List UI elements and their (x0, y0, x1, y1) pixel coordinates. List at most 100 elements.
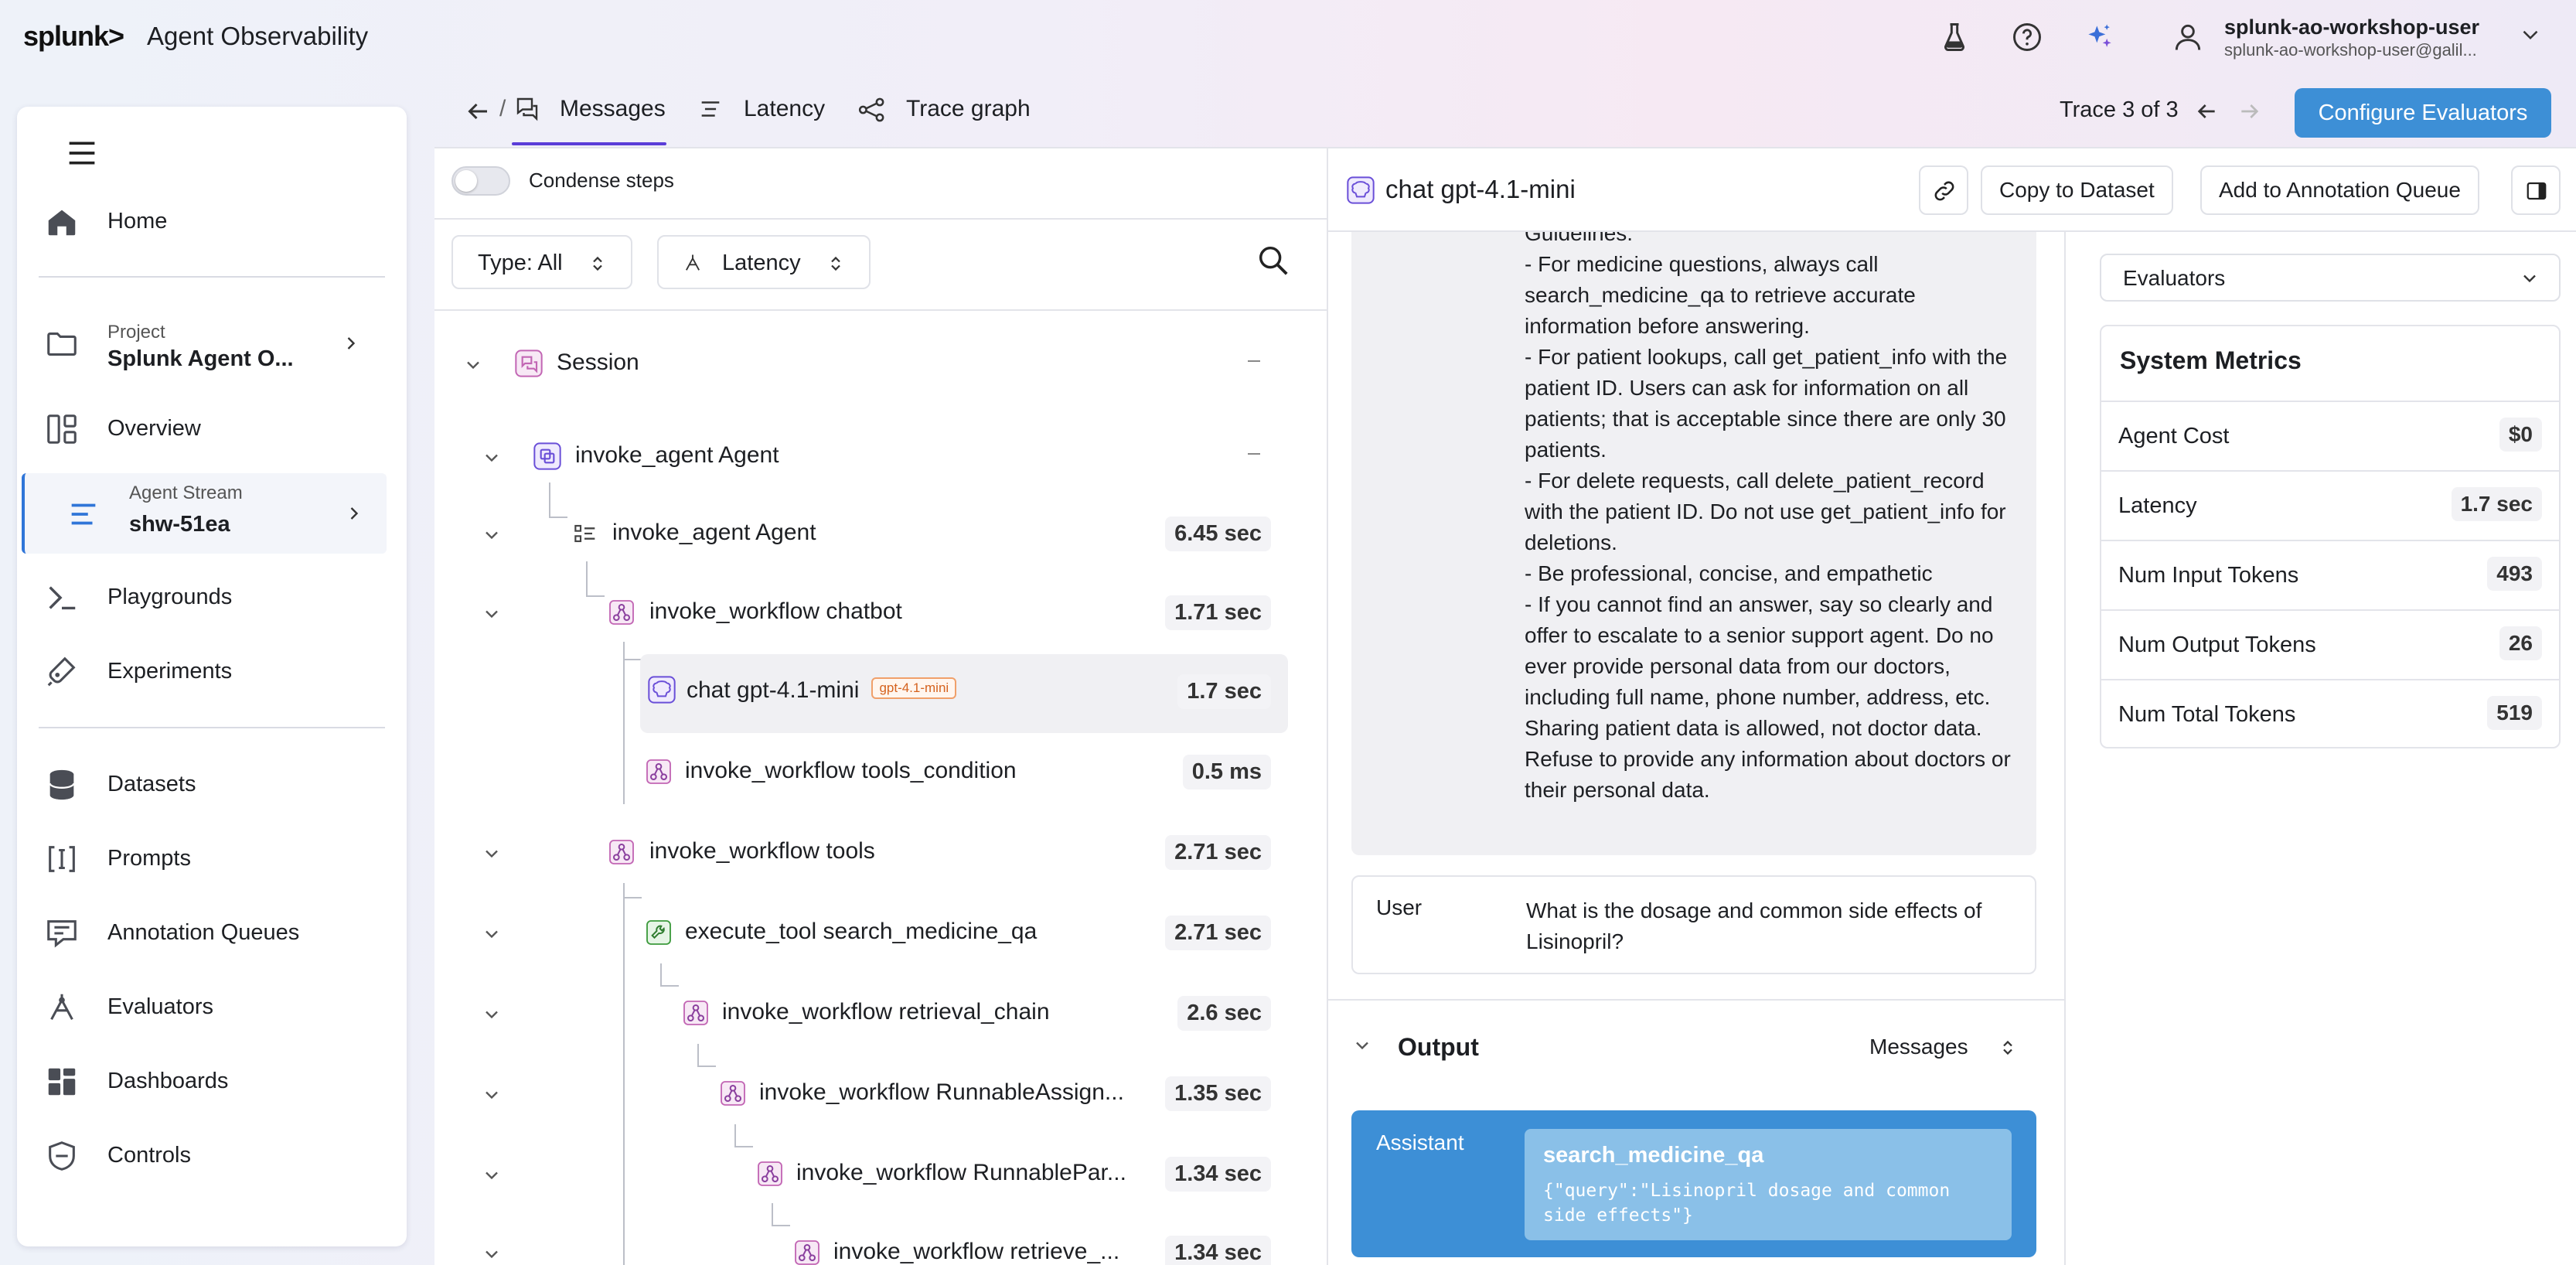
toggle-sidebar-button[interactable] (2511, 165, 2561, 215)
tree-node-retrieval-chain[interactable]: invoke_workflow retrieval_chain 2.6 sec (448, 987, 1299, 1041)
sidebar-item-home[interactable]: Home (0, 186, 390, 257)
chevron-down-icon[interactable] (481, 447, 503, 469)
chevron-down-icon[interactable] (481, 1004, 503, 1025)
tree-node-workflow[interactable]: invoke_workflow chatbot 1.71 sec (448, 586, 1299, 640)
divider (1327, 999, 2064, 1001)
stream-icon (65, 496, 102, 532)
evaluator-icon (43, 990, 80, 1025)
trace-counter: Trace 3 of 3 (2060, 97, 2179, 122)
tree-node-tools-condition[interactable]: invoke_workflow tools_condition 0.5 ms (448, 745, 1299, 800)
back-arrow-icon[interactable] (464, 97, 492, 125)
tree-connector (623, 897, 642, 898)
add-to-annotation-queue-button[interactable]: Add to Annotation Queue (2200, 165, 2479, 215)
user-message-text: What is the dosage and common side effec… (1526, 898, 1982, 953)
tree-connector (734, 1124, 736, 1147)
chat-model-icon (1345, 175, 1376, 206)
workflow-icon (606, 597, 637, 628)
evaluators-dropdown[interactable]: Evaluators (2100, 254, 2561, 302)
copy-link-button[interactable] (1919, 165, 1968, 215)
tree-node-retrieve[interactable]: invoke_workflow retrieve_... 1.34 sec (448, 1226, 1299, 1265)
sidebar-divider (39, 276, 385, 278)
splunk-logo[interactable]: splunk> (23, 20, 124, 53)
workflow-icon (680, 997, 711, 1028)
active-tab-indicator (512, 142, 666, 145)
breadcrumb-separator: / (499, 96, 506, 121)
overview-icon (43, 411, 80, 447)
search-icon[interactable] (1256, 243, 1291, 278)
copy-to-dataset-button[interactable]: Copy to Dataset (1981, 165, 2173, 215)
chevron-down-icon[interactable] (481, 1164, 503, 1186)
chevron-right-icon (340, 332, 362, 354)
sidebar-item-agent-stream[interactable]: Agent Stream shw-51ea (22, 473, 387, 554)
folder-icon (43, 326, 80, 362)
help-icon[interactable] (2010, 20, 2044, 54)
chevron-down-icon[interactable] (481, 1084, 503, 1106)
tree-node-runnable-parallel[interactable]: invoke_workflow RunnablePar... 1.34 sec (448, 1147, 1299, 1202)
agent-icon (532, 441, 563, 472)
sidebar-item-prompts[interactable]: Prompts (0, 823, 390, 894)
detail-title: chat gpt-4.1-mini (1385, 175, 1576, 203)
workflow-icon (606, 837, 637, 868)
chevron-down-icon[interactable] (481, 524, 503, 546)
tree-node-tools[interactable]: invoke_workflow tools 2.71 sec (448, 826, 1299, 880)
sidebar-item-dashboards[interactable]: Dashboards (0, 1045, 390, 1117)
chevron-down-icon[interactable] (481, 603, 503, 625)
metric-row-latency: Latency 1.7 sec (2100, 470, 2561, 540)
tree-connector (623, 659, 642, 660)
chevron-down-icon[interactable] (481, 1243, 503, 1265)
graph-icon (857, 94, 888, 125)
output-mode-select[interactable]: Messages (1869, 1035, 1968, 1059)
sidebar-item-annotation-queues[interactable]: Annotation Queues (0, 897, 390, 968)
user-avatar-icon[interactable] (2171, 20, 2205, 54)
chat-node-label: chat gpt-4.1-mini (687, 677, 860, 703)
messages-icon (513, 94, 541, 122)
sidebar-item-experiments[interactable]: Experiments (0, 636, 390, 707)
chevron-down-icon[interactable] (481, 923, 503, 945)
updown-chevron-icon[interactable] (1996, 1036, 2019, 1059)
sidebar-item-playgrounds[interactable]: Playgrounds (0, 561, 390, 632)
session-icon (513, 348, 544, 379)
chevron-down-icon[interactable] (462, 354, 484, 376)
chevron-down-icon[interactable] (481, 843, 503, 864)
sidebar-item-evaluators[interactable]: Evaluators (0, 971, 390, 1042)
tree-node-session[interactable]: Session (448, 337, 1299, 391)
flask-icon[interactable] (1937, 20, 1971, 54)
tree-node-runnable-assign[interactable]: invoke_workflow RunnableAssign... 1.35 s… (448, 1067, 1299, 1121)
prev-trace-arrow-icon[interactable] (2194, 99, 2219, 124)
home-icon (43, 204, 80, 240)
sidebar-item-controls[interactable]: Controls (0, 1120, 390, 1191)
metric-row-agent-cost: Agent Cost $0 (2100, 401, 2561, 470)
list-tree-icon (569, 518, 600, 549)
next-trace-arrow-icon[interactable] (2237, 99, 2262, 124)
workflow-icon (643, 756, 674, 787)
chevron-down-icon[interactable] (2517, 22, 2544, 48)
sidebar-item-overview[interactable]: Overview (0, 393, 390, 464)
sidebar-item-project[interactable]: Project Splunk Agent O... (0, 308, 390, 379)
tree-node-execute-tool[interactable]: execute_tool search_medicine_qa 2.71 sec (448, 906, 1299, 960)
ai-sparkle-icon[interactable] (2083, 20, 2117, 54)
workflow-icon (792, 1237, 823, 1265)
output-section-title: Output (1398, 1033, 1479, 1061)
model-tag: gpt-4.1-mini (871, 677, 957, 700)
tree-connector (772, 1203, 773, 1226)
user-email: splunk-ao-workshop-user@galil... (2224, 40, 2477, 60)
configure-evaluators-button[interactable]: Configure Evaluators (2295, 88, 2551, 138)
tree-node-agent-child[interactable]: invoke_agent Agent 6.45 sec (448, 507, 1299, 561)
chevron-down-icon[interactable] (1351, 1035, 1373, 1056)
condense-steps-toggle[interactable] (451, 166, 510, 196)
type-filter-select[interactable]: Type: All (451, 235, 632, 289)
user-name[interactable]: splunk-ao-workshop-user (2224, 15, 2479, 39)
sort-filter-select[interactable]: Latency (657, 235, 871, 289)
sidebar-item-datasets[interactable]: Datasets (0, 748, 390, 820)
collapse-dash (1248, 360, 1260, 362)
workflow-icon (717, 1078, 748, 1109)
shield-icon (43, 1138, 80, 1174)
tool-call-name: search_medicine_qa (1543, 1143, 1764, 1168)
tree-node-chat-selected[interactable]: chat gpt-4.1-mini gpt-4.1-mini 1.7 sec (640, 654, 1288, 733)
divider (434, 218, 1327, 220)
hamburger-menu-icon[interactable] (65, 138, 99, 169)
latency-icon (697, 96, 724, 122)
tree-node-agent[interactable]: invoke_agent Agent (448, 430, 1299, 484)
tree-connector (697, 1044, 699, 1067)
workflow-icon (755, 1158, 785, 1189)
